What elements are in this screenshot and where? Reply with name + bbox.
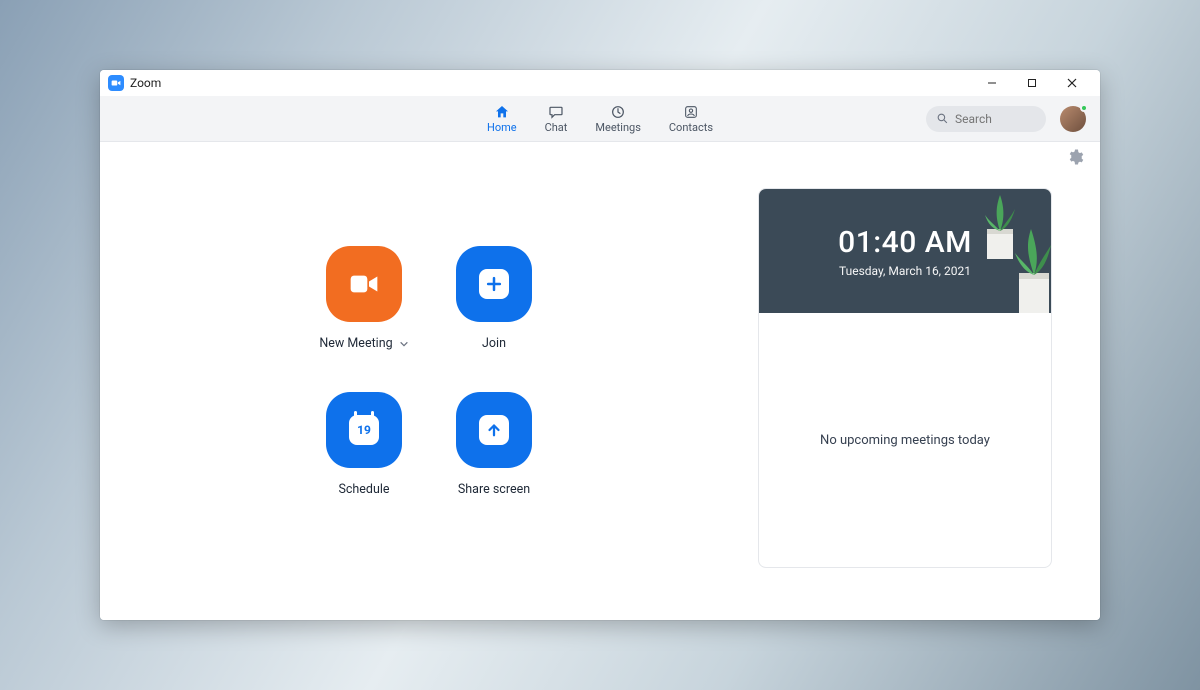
new-meeting-label-row[interactable]: New Meeting — [319, 336, 408, 351]
actions-area: New Meeting Join — [148, 182, 710, 596]
new-meeting-button[interactable] — [326, 246, 402, 322]
calendar-icon: 19 — [349, 415, 379, 445]
window-controls — [972, 70, 1092, 96]
tab-label: Meetings — [595, 121, 640, 134]
video-icon — [344, 264, 384, 304]
plant-illustration — [981, 189, 1051, 313]
chevron-down-icon — [399, 339, 409, 349]
minimize-button[interactable] — [972, 70, 1012, 96]
card-header: 01:40 AM Tuesday, March 16, 2021 — [759, 189, 1051, 313]
new-meeting-action: New Meeting — [299, 246, 429, 386]
presence-indicator — [1080, 104, 1088, 112]
avatar[interactable] — [1060, 106, 1086, 132]
card-body: No upcoming meetings today — [759, 313, 1051, 567]
tab-meetings[interactable]: Meetings — [595, 104, 640, 134]
share-screen-button[interactable] — [456, 392, 532, 468]
tab-home[interactable]: Home — [487, 104, 517, 134]
search-input[interactable] — [955, 112, 1035, 126]
plus-icon — [479, 269, 509, 299]
clock-date: Tuesday, March 16, 2021 — [839, 264, 971, 278]
upcoming-card: 01:40 AM Tuesday, March 16, 2021 No upco… — [758, 188, 1052, 568]
tab-contacts[interactable]: Contacts — [669, 104, 713, 134]
nav-tabs: Home Chat Meetings Contacts — [487, 104, 713, 134]
contacts-icon — [682, 104, 700, 120]
calendar-day: 19 — [357, 423, 371, 437]
action-label: New Meeting — [319, 336, 392, 351]
join-action: Join — [429, 246, 559, 386]
nav-right — [926, 106, 1100, 132]
home-icon — [493, 104, 511, 120]
action-label: Join — [482, 336, 506, 351]
search-icon — [936, 112, 949, 125]
action-label: Share screen — [458, 482, 530, 497]
content-area: New Meeting Join — [100, 172, 1100, 620]
window-title: Zoom — [130, 76, 161, 90]
chat-icon — [547, 104, 565, 120]
no-meetings-message: No upcoming meetings today — [820, 433, 990, 448]
clock-time: 01:40 AM — [838, 225, 972, 260]
share-screen-action: Share screen — [429, 392, 559, 532]
schedule-action: 19 Schedule — [299, 392, 429, 532]
top-nav: Home Chat Meetings Contacts — [100, 96, 1100, 142]
arrow-up-icon — [479, 415, 509, 445]
action-label: Schedule — [338, 482, 389, 497]
schedule-button[interactable]: 19 — [326, 392, 402, 468]
sub-toolbar — [100, 142, 1100, 172]
clock-icon — [609, 104, 627, 120]
tab-label: Contacts — [669, 121, 713, 134]
tab-label: Home — [487, 121, 517, 134]
join-button[interactable] — [456, 246, 532, 322]
search-box[interactable] — [926, 106, 1046, 132]
zoom-app-icon — [108, 75, 124, 91]
titlebar: Zoom — [100, 70, 1100, 96]
gear-icon[interactable] — [1066, 148, 1084, 166]
app-window: Zoom Home Chat — [100, 70, 1100, 620]
maximize-button[interactable] — [1012, 70, 1052, 96]
action-grid: New Meeting Join — [299, 246, 559, 532]
close-button[interactable] — [1052, 70, 1092, 96]
tab-label: Chat — [545, 121, 568, 134]
tab-chat[interactable]: Chat — [545, 104, 568, 134]
